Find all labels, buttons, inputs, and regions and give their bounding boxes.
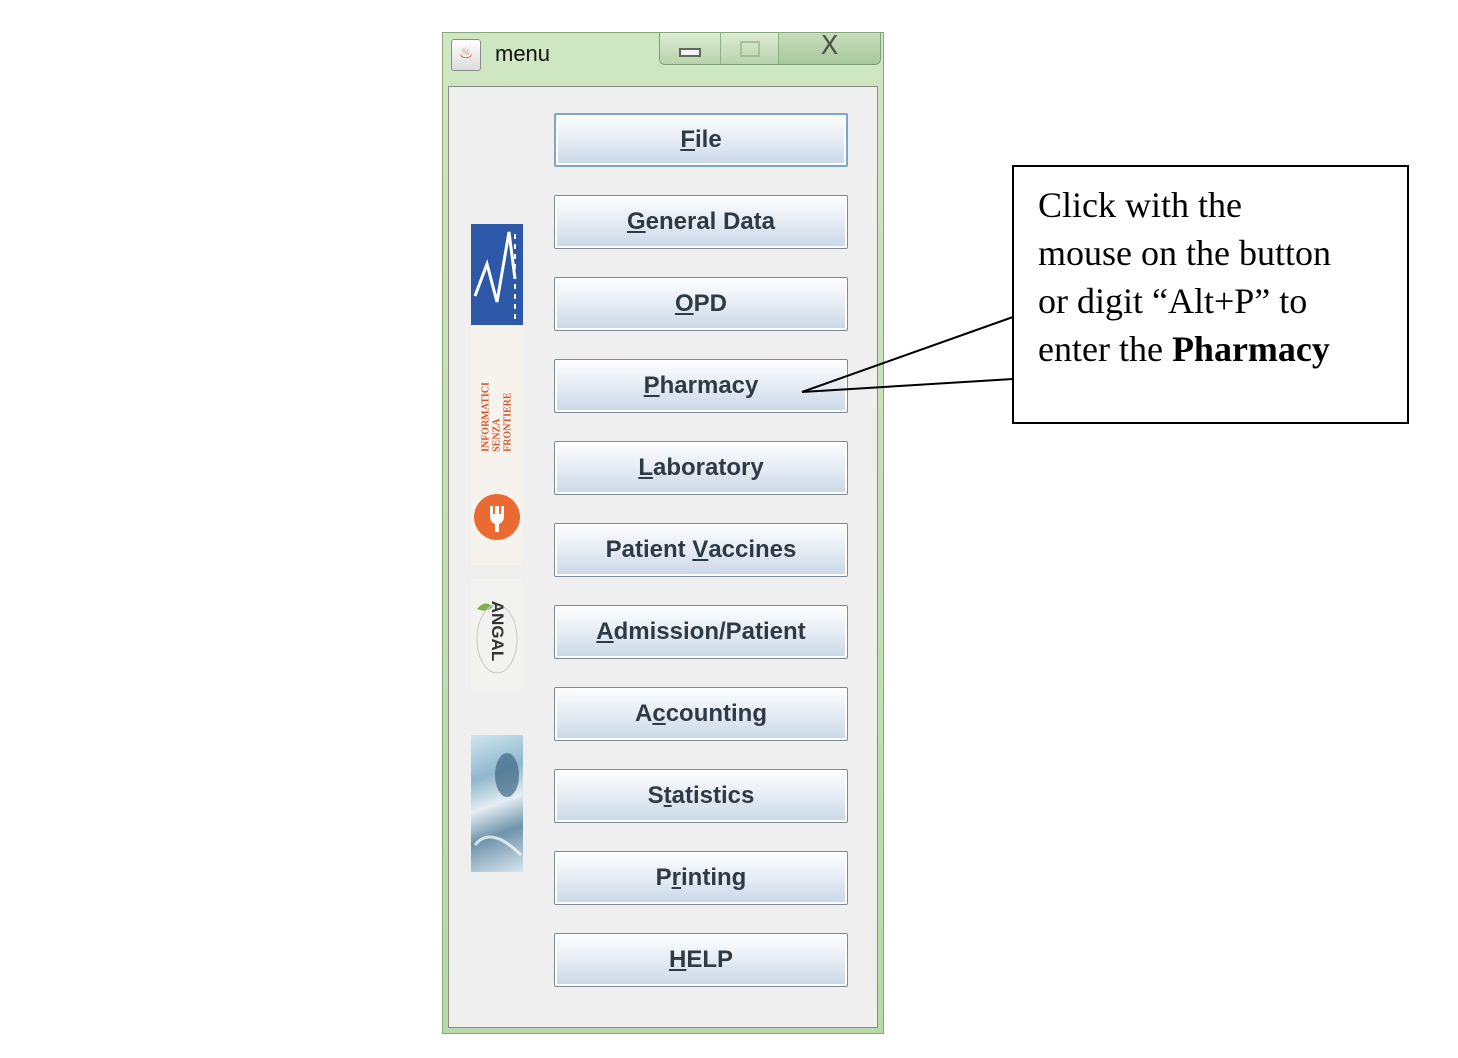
callout-bold-word: Pharmacy xyxy=(1171,329,1330,369)
instruction-callout: Click with the mouse on the button or di… xyxy=(1012,165,1409,424)
callout-text: Click with the mouse on the button or di… xyxy=(1038,185,1331,369)
callout-pointer xyxy=(801,316,1015,393)
